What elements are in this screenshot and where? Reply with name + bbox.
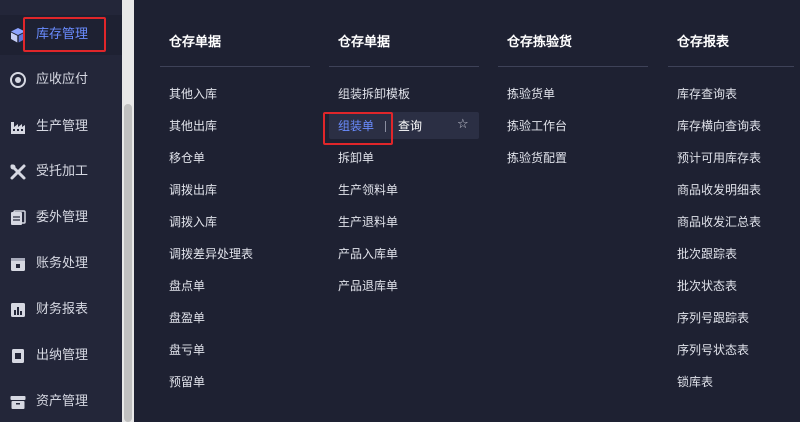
sidebar-item-label: 财务报表 <box>36 302 89 317</box>
sidebar-item-production[interactable]: 生产管理 <box>0 107 122 147</box>
menu-link[interactable]: 移仓单 <box>169 150 205 166</box>
menu-link[interactable]: 组装拆卸模板 <box>338 86 410 102</box>
menu-link-assembly[interactable]: 组装单 <box>338 118 374 134</box>
star-icon[interactable]: ☆ <box>457 116 469 134</box>
menu-link[interactable]: 生产领料单 <box>338 182 398 198</box>
query-action-link[interactable]: 查询 <box>398 118 422 134</box>
sidebar-item-assets[interactable]: 资产管理 <box>0 382 122 422</box>
menu-link[interactable]: 预计可用库存表 <box>677 150 761 166</box>
sidebar-item-contract-processing[interactable]: 受托加工 <box>0 152 122 192</box>
menu-link[interactable]: 商品收发汇总表 <box>677 214 761 230</box>
tools-icon <box>10 164 26 180</box>
menu-link[interactable]: 批次跟踪表 <box>677 246 737 262</box>
sidebar-item-label: 生产管理 <box>36 119 89 134</box>
sidebar-item-financial-reports[interactable]: 财务报表 <box>0 290 122 330</box>
column-divider <box>668 66 794 67</box>
menu-link[interactable]: 产品退库单 <box>338 278 398 294</box>
column-divider <box>329 66 479 67</box>
menu-link[interactable]: 拣验货单 <box>507 86 555 102</box>
column-divider <box>160 66 310 67</box>
menu-link[interactable]: 盘点单 <box>169 278 205 294</box>
factory-icon <box>11 122 25 134</box>
menu-link[interactable]: 调拨差异处理表 <box>169 246 253 262</box>
column-title: 仓存拣验货 <box>507 35 573 50</box>
asset-icon <box>10 396 26 409</box>
menu-link[interactable]: 拣验货配置 <box>507 150 567 166</box>
sidebar-scrollbar[interactable] <box>122 0 134 422</box>
scrollbar-thumb[interactable] <box>124 104 132 422</box>
column-title: 仓存单据 <box>338 35 391 50</box>
menu-link[interactable]: 拣验工作台 <box>507 118 567 134</box>
menu-link[interactable]: 生产退料单 <box>338 214 398 230</box>
sidebar-item-label: 应收应付 <box>36 72 89 87</box>
menu-link[interactable]: 批次状态表 <box>677 278 737 294</box>
column-divider <box>498 66 648 67</box>
ledger-icon <box>11 258 25 271</box>
money-icon <box>10 72 26 88</box>
sidebar-item-label: 账务处理 <box>36 256 89 271</box>
menu-link[interactable]: 库存查询表 <box>677 86 737 102</box>
action-divider <box>385 121 386 132</box>
sidebar-item-label: 出纳管理 <box>36 348 89 363</box>
menu-link[interactable]: 库存横向查询表 <box>677 118 761 134</box>
menu-panel: 仓存单据 其他入库 其他出库 移仓单 调拨出库 调拨入库 调拨差异处理表 盘点单… <box>134 0 800 422</box>
sidebar-item-inventory[interactable]: 库存管理 <box>0 15 122 55</box>
menu-link[interactable]: 锁库表 <box>677 374 713 390</box>
menu-link[interactable]: 序列号跟踪表 <box>677 310 749 326</box>
sidebar-item-label: 委外管理 <box>36 210 89 225</box>
menu-link[interactable]: 序列号状态表 <box>677 342 749 358</box>
column-title: 仓存报表 <box>677 35 730 50</box>
cube-icon <box>11 28 25 43</box>
books-icon <box>11 210 26 225</box>
menu-link[interactable]: 盘盈单 <box>169 310 205 326</box>
sidebar-item-label: 资产管理 <box>36 394 89 409</box>
report-icon <box>11 303 25 317</box>
sidebar-item-outsourcing[interactable]: 委外管理 <box>0 198 122 238</box>
menu-link[interactable]: 其他入库 <box>169 86 217 102</box>
menu-link[interactable]: 调拨出库 <box>169 182 217 198</box>
menu-link[interactable]: 其他出库 <box>169 118 217 134</box>
sidebar-item-accounting[interactable]: 账务处理 <box>0 244 122 284</box>
menu-link[interactable]: 商品收发明细表 <box>677 182 761 198</box>
sidebar-item-cashier[interactable]: 出纳管理 <box>0 336 122 376</box>
sidebar-item-label: 受托加工 <box>36 164 89 179</box>
menu-link[interactable]: 拆卸单 <box>338 150 374 166</box>
sidebar-item-label: 库存管理 <box>36 27 89 42</box>
menu-link[interactable]: 调拨入库 <box>169 214 217 230</box>
menu-link[interactable]: 产品入库单 <box>338 246 398 262</box>
menu-link[interactable]: 盘亏单 <box>169 342 205 358</box>
cashier-icon <box>12 349 24 363</box>
column-title: 仓存单据 <box>169 35 222 50</box>
menu-link[interactable]: 预留单 <box>169 374 205 390</box>
sidebar: 库存管理 应收应付 生产管理 受托加工 委外管理 账务处理 财务报表 出纳管理 … <box>0 0 122 422</box>
sidebar-item-receivables[interactable]: 应收应付 <box>0 60 122 100</box>
